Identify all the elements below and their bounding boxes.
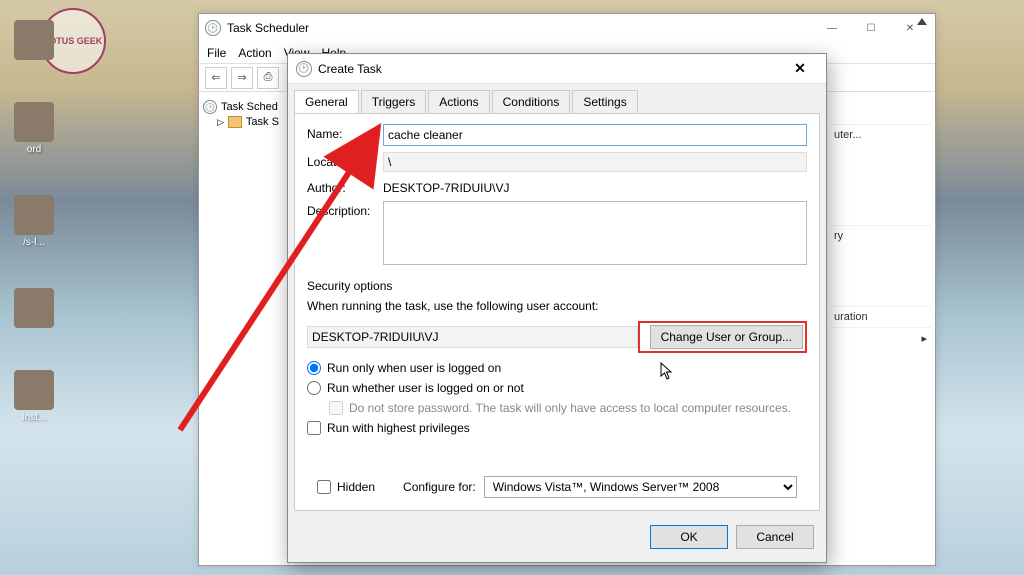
run-logged-on-radio[interactable] [307,361,321,375]
desktop-icon-label: Inst... [4,412,64,423]
folder-icon [228,116,242,128]
security-options-header: Security options [307,279,807,293]
cancel-button[interactable]: Cancel [736,525,814,549]
name-label: Name: [307,124,383,141]
desktop-icons-column: ord /s-l... Inst... [4,20,64,423]
create-task-dialog: 🕑 Create Task ✕ General Triggers Actions… [287,53,827,563]
forward-button[interactable]: ⇒ [231,67,253,89]
tree-pane: 🕑 Task Sched ▷ Task S [199,92,289,565]
no-store-password-label: Do not store password. The task will onl… [349,401,791,415]
desktop-icon[interactable] [4,20,64,62]
task-scheduler-titlebar[interactable]: 🕑 Task Scheduler — ☐ ✕ [199,14,935,42]
tree-root[interactable]: 🕑 Task Sched [203,98,284,116]
configure-for-label: Configure for: [403,480,476,494]
tab-conditions[interactable]: Conditions [492,90,571,113]
create-task-titlebar[interactable]: 🕑 Create Task ✕ [288,54,826,84]
run-logged-on-radio-row[interactable]: Run only when user is logged on [307,361,807,375]
user-account-field: DESKTOP-7RIDUIU\VJ [307,326,638,348]
tree-label: Task Sched [221,101,278,113]
clock-icon: 🕑 [205,20,221,36]
highest-privileges-checkbox[interactable] [307,421,321,435]
no-store-password-checkbox [329,401,343,415]
action-item[interactable]: uration [830,306,931,327]
hidden-checkbox[interactable] [317,480,331,494]
security-options-text: When running the task, use the following… [307,299,807,313]
tab-general[interactable]: General [294,90,359,113]
configure-for-select[interactable]: Windows Vista™, Windows Server™ 2008 [484,476,797,498]
highest-privileges-label: Run with highest privileges [327,421,470,435]
run-any-radio[interactable] [307,381,321,395]
action-item[interactable]: ry [830,225,931,246]
close-button[interactable]: ✕ [782,57,818,81]
tab-strip: General Triggers Actions Conditions Sett… [288,84,826,113]
desktop-icon-label: /s-l... [4,237,64,248]
name-input[interactable] [383,124,807,146]
ok-button[interactable]: OK [650,525,728,549]
location-label: Location: [307,152,383,169]
menu-action[interactable]: Action [238,46,271,60]
dialog-title: Create Task [318,62,382,76]
tree-label: Task S [246,116,279,128]
menu-file[interactable]: File [207,46,226,60]
highlight-annotation: Change User or Group... [638,321,807,353]
window-title: Task Scheduler [227,21,309,35]
tab-triggers[interactable]: Triggers [361,90,427,113]
back-button[interactable]: ⇐ [205,67,227,89]
desktop-icon[interactable] [4,288,64,330]
tab-actions[interactable]: Actions [428,90,489,113]
window-icon: ⎙ [264,71,273,84]
close-icon: ✕ [794,60,806,77]
author-value: DESKTOP-7RIDUIU\VJ [383,178,509,195]
clock-icon: 🕑 [203,100,217,114]
toolbar-button[interactable]: ⎙ [257,67,279,89]
run-any-label: Run whether user is logged on or not [327,381,524,395]
actions-pane: uter... ry uration ▸ [825,92,935,565]
desktop-icon[interactable]: /s-l... [4,195,64,248]
arrow-left-icon: ⇐ [211,71,220,84]
minimize-button[interactable]: — [813,17,851,39]
action-item-expand[interactable]: ▸ [830,327,931,349]
general-panel: Name: Location: \ Author: DESKTOP-7RIDUI… [294,113,820,511]
tree-child[interactable]: ▷ Task S [203,116,284,128]
description-textarea[interactable] [383,201,807,265]
tab-settings[interactable]: Settings [572,90,637,113]
arrow-right-icon: ⇒ [237,71,246,84]
hidden-label: Hidden [337,480,375,494]
run-any-radio-row[interactable]: Run whether user is logged on or not [307,381,807,395]
run-logged-on-label: Run only when user is logged on [327,361,501,375]
collapse-icon[interactable] [917,18,927,25]
maximize-button[interactable]: ☐ [852,17,890,39]
desktop-icon[interactable]: Inst... [4,370,64,423]
location-value: \ [383,152,807,172]
description-label: Description: [307,201,383,218]
desktop-icon-label: ord [4,144,64,155]
cursor-icon [660,362,674,380]
action-item[interactable]: uter... [830,124,931,145]
desktop-icon[interactable]: ord [4,102,64,155]
change-user-button[interactable]: Change User or Group... [650,325,803,349]
author-label: Author: [307,178,383,195]
clock-icon: 🕑 [296,61,312,77]
